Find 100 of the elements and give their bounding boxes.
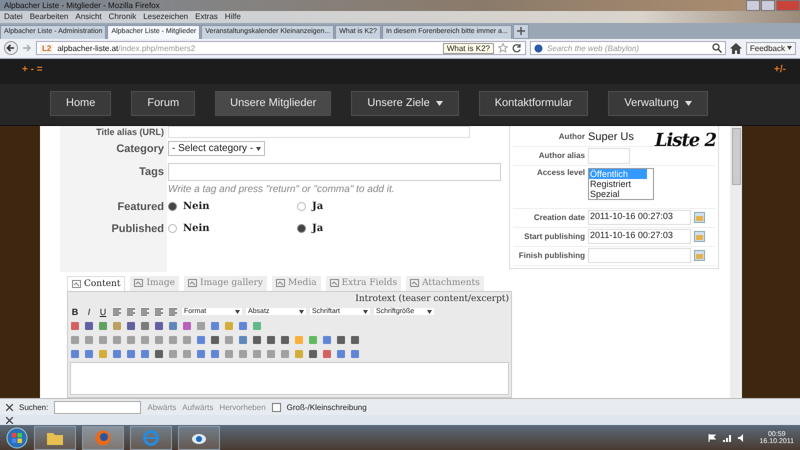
editor-tool-icon[interactable] (252, 348, 262, 359)
nav-button[interactable]: Unsere Ziele (351, 90, 459, 116)
editor-tool-icon[interactable] (84, 348, 94, 359)
editor-tool-icon[interactable] (350, 348, 360, 359)
editor-tool-icon[interactable] (252, 334, 262, 345)
editor-tool-icon[interactable] (322, 348, 332, 359)
menu-item[interactable]: Bearbeiten (30, 12, 68, 22)
radio-button[interactable] (168, 202, 177, 212)
list-option[interactable]: Spezial (589, 188, 647, 199)
maximize-button[interactable] (761, 0, 775, 12)
radio-button[interactable] (297, 224, 306, 234)
editor-tool-icon[interactable] (98, 334, 108, 345)
taskbar-app[interactable] (178, 426, 220, 450)
close-icon[interactable] (6, 404, 13, 411)
editor-tool-icon[interactable] (168, 334, 178, 345)
menu-item[interactable]: Ansicht (75, 12, 102, 22)
calendar-icon[interactable] (694, 212, 705, 224)
address-field[interactable]: L2 alpbacher-liste.at/index.php/members2 What is K2? (36, 41, 526, 56)
editor-tool-icon[interactable] (168, 348, 178, 359)
signal-icon[interactable] (722, 434, 732, 442)
author-alias-field[interactable] (588, 148, 630, 164)
start-button[interactable] (6, 426, 28, 449)
date-field[interactable]: 2011-10-16 00:27:03 (588, 210, 691, 226)
align-icon[interactable] (140, 306, 150, 317)
radio-button[interactable] (168, 224, 177, 234)
editor-tool-icon[interactable] (210, 320, 220, 331)
editor-tool-icon[interactable] (210, 348, 220, 359)
editor-tool-icon[interactable] (322, 334, 332, 345)
menu-item[interactable]: Lesezeichen (143, 12, 188, 22)
taskbar-app[interactable] (34, 426, 76, 450)
editor-tool-icon[interactable] (238, 320, 248, 331)
editor-tool-icon[interactable] (280, 334, 290, 345)
editor-tool-icon[interactable] (154, 320, 164, 331)
checkbox[interactable] (272, 402, 281, 412)
editor-tool-icon[interactable] (224, 334, 234, 345)
minimize-button[interactable] (746, 0, 760, 12)
find-field[interactable] (54, 400, 142, 414)
calendar-icon[interactable] (694, 250, 705, 262)
date-field[interactable] (588, 248, 691, 264)
editor-tool-icon[interactable] (266, 334, 276, 345)
editor-tool-icon[interactable] (140, 348, 150, 359)
align-icon[interactable] (168, 306, 178, 317)
taskbar-app[interactable] (130, 426, 172, 450)
editor-tool-icon[interactable] (126, 348, 136, 359)
calendar-icon[interactable] (694, 231, 705, 242)
taskbar-app[interactable] (82, 426, 124, 450)
editor-tool-icon[interactable] (350, 334, 360, 345)
editor-tool-icon[interactable] (168, 320, 178, 331)
editor-tool-icon[interactable] (336, 334, 346, 345)
editor-tool-icon[interactable] (70, 348, 80, 359)
editor-tool-icon[interactable] (112, 348, 122, 359)
flag-icon[interactable] (708, 434, 716, 442)
menu-item[interactable]: Hilfe (224, 12, 241, 22)
nav-button[interactable]: Home (50, 90, 112, 116)
editor-tool-icon[interactable] (126, 334, 136, 345)
editor-tool-icon[interactable] (224, 348, 234, 359)
close-button[interactable] (776, 0, 800, 12)
format-button[interactable]: U (98, 306, 108, 317)
back-icon[interactable] (4, 41, 18, 56)
editor-tool-icon[interactable] (84, 334, 94, 345)
menu-item[interactable]: Extras (195, 12, 218, 22)
nav-button[interactable]: Verwaltung (608, 90, 708, 116)
date-field[interactable]: 2011-10-16 00:27:03 (588, 229, 691, 244)
content-tab[interactable]: Content (67, 276, 126, 291)
editor-tool-icon[interactable] (238, 348, 248, 359)
home-icon[interactable] (730, 42, 742, 54)
nav-button[interactable]: Kontaktformular (478, 90, 588, 116)
editor-tool-icon[interactable] (182, 320, 192, 331)
editor-tool-icon[interactable] (70, 334, 80, 345)
align-icon[interactable] (112, 306, 122, 317)
access-level-list[interactable]: Öffentlich Registriert Spezial (588, 168, 654, 200)
format-button[interactable]: I (84, 306, 94, 317)
editor-tool-icon[interactable] (210, 334, 220, 345)
editor-tool-icon[interactable] (98, 320, 108, 331)
editor-tool-icon[interactable] (308, 348, 318, 359)
menu-item[interactable]: Datei (4, 12, 23, 22)
editor-tool-icon[interactable] (140, 320, 150, 331)
list-option[interactable]: Registriert (589, 178, 647, 189)
editor-tool-icon[interactable] (196, 320, 206, 331)
feedback-button[interactable]: Feedback (746, 42, 796, 55)
editor-tool-icon[interactable] (112, 334, 122, 345)
scrollbar[interactable] (730, 126, 742, 398)
tags-field[interactable] (168, 162, 501, 181)
search-icon[interactable] (712, 43, 722, 54)
editor-tool-icon[interactable] (126, 320, 136, 331)
close-icon[interactable] (6, 416, 13, 424)
alias-field[interactable] (168, 126, 470, 138)
editor-tool-icon[interactable] (336, 348, 346, 359)
radio-button[interactable] (297, 202, 306, 212)
editor-tool-icon[interactable] (70, 320, 80, 331)
align-icon[interactable] (126, 306, 136, 317)
editor-tool-icon[interactable] (280, 348, 290, 359)
menu-item[interactable]: Chronik (108, 12, 136, 22)
reload-icon[interactable] (512, 43, 522, 54)
align-icon[interactable] (154, 306, 164, 317)
star-icon[interactable] (498, 43, 508, 54)
category-select[interactable]: - Select category - (168, 141, 266, 156)
editor-tool-icon[interactable] (266, 348, 276, 359)
editor-tool-icon[interactable] (196, 334, 206, 345)
editor-tool-icon[interactable] (154, 348, 164, 359)
